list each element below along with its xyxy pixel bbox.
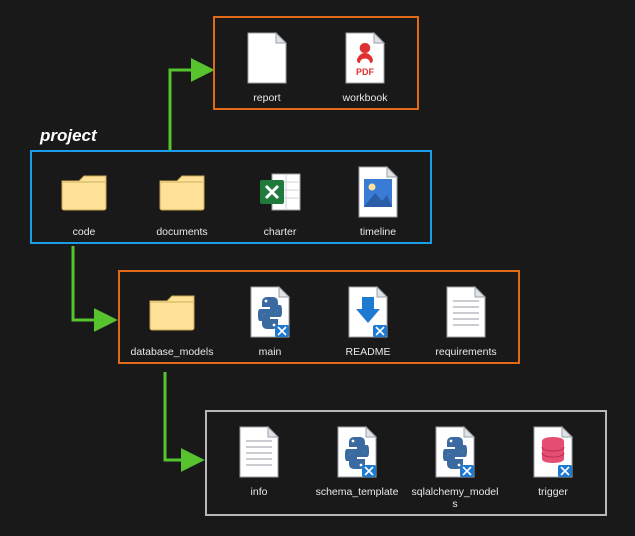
file-main[interactable]: main xyxy=(230,282,310,358)
file-label: main xyxy=(259,346,282,358)
file-label: report xyxy=(253,92,280,104)
file-label: README xyxy=(346,346,391,358)
file-schema-template[interactable]: schema_template xyxy=(317,422,397,510)
python-file-icon xyxy=(429,422,481,482)
text-file-icon xyxy=(440,282,492,342)
python-file-icon xyxy=(331,422,383,482)
arrow-code xyxy=(73,246,113,320)
folder-icon xyxy=(146,282,198,342)
file-trigger[interactable]: trigger xyxy=(513,422,593,510)
db-file-icon xyxy=(527,422,579,482)
file-report[interactable]: report xyxy=(227,28,307,104)
arrow-db-models xyxy=(165,372,200,460)
file-sqlalchemy-models[interactable]: sqlalchemy_models xyxy=(415,422,495,510)
folder-code[interactable]: code xyxy=(44,162,124,238)
group-documents: report PDF workbook xyxy=(213,16,419,110)
folder-database-models[interactable]: database_models xyxy=(132,282,212,358)
group-database-models: info schema_template xyxy=(205,410,607,516)
download-file-icon xyxy=(342,282,394,342)
file-workbook[interactable]: PDF workbook xyxy=(325,28,405,104)
file-label: timeline xyxy=(360,226,396,238)
blank-file-icon xyxy=(241,28,293,88)
svg-text:PDF: PDF xyxy=(356,67,375,77)
folder-icon xyxy=(156,162,208,222)
arrow-documents xyxy=(170,70,210,152)
python-file-icon xyxy=(244,282,296,342)
file-label: database_models xyxy=(131,346,214,358)
file-label: schema_template xyxy=(316,486,399,498)
file-label: code xyxy=(73,226,96,238)
file-charter[interactable]: charter xyxy=(240,162,320,238)
pdf-file-icon: PDF xyxy=(339,28,391,88)
row-title-project: project xyxy=(40,126,97,146)
group-code: database_models main README xyxy=(118,270,520,364)
file-info[interactable]: info xyxy=(219,422,299,510)
text-file-icon xyxy=(233,422,285,482)
file-label: trigger xyxy=(538,486,568,498)
file-label: sqlalchemy_models xyxy=(410,486,500,510)
file-timeline[interactable]: timeline xyxy=(338,162,418,238)
file-label: info xyxy=(251,486,268,498)
group-project: code documents charter timeline xyxy=(30,150,432,244)
folder-icon xyxy=(58,162,110,222)
file-label: charter xyxy=(264,226,297,238)
folder-documents[interactable]: documents xyxy=(142,162,222,238)
file-label: documents xyxy=(156,226,207,238)
file-label: requirements xyxy=(435,346,496,358)
image-file-icon xyxy=(352,162,404,222)
file-label: workbook xyxy=(343,92,388,104)
file-readme[interactable]: README xyxy=(328,282,408,358)
excel-file-icon xyxy=(254,162,306,222)
file-requirements[interactable]: requirements xyxy=(426,282,506,358)
